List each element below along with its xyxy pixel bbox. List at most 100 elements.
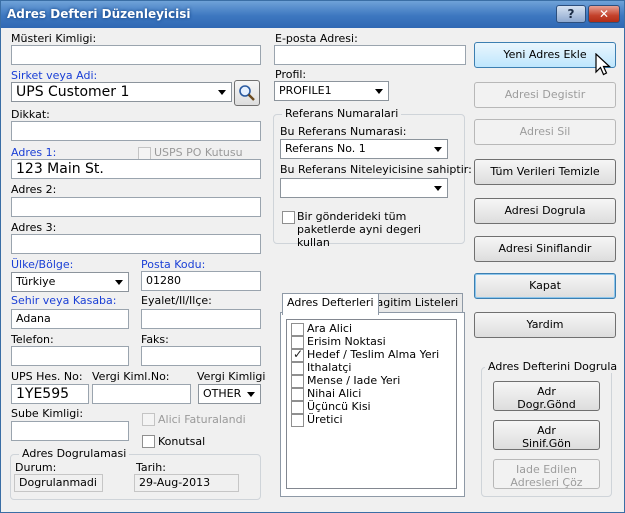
resolve-returned-line1: Iade Edilen xyxy=(515,463,577,476)
company-label: Sirket veya Adi: xyxy=(11,69,98,82)
search-button[interactable] xyxy=(234,80,260,106)
residential-checkbox[interactable] xyxy=(142,435,155,448)
reference-qualifier-label: Bu Referans Niteleyicisine sahiptir: xyxy=(280,163,472,176)
validate-shipments-line2: Dogr.Gönd xyxy=(517,398,576,411)
clear-all-data-button[interactable]: Tüm Verileri Temizle xyxy=(474,159,616,185)
country-label: Ülke/Bölge: xyxy=(11,258,74,271)
attention-field[interactable] xyxy=(11,121,261,141)
state-field[interactable] xyxy=(141,309,261,329)
status-label: Durum: xyxy=(15,461,57,474)
address3-label: Adres 3: xyxy=(11,221,57,234)
checkmark-icon: ✓ xyxy=(293,347,304,361)
customer-id-label: Müsteri Kimligi: xyxy=(11,32,97,45)
address-books-list: Ara Alici Erisim Noktasi ✓ Hedef / Teslim… xyxy=(286,319,457,489)
bill-receiver-label: Alici Faturalandi xyxy=(158,413,246,426)
date-value: 29-Aug-2013 xyxy=(134,474,239,492)
list-item-checkbox[interactable] xyxy=(291,362,304,375)
list-item-label: Hedef / Teslim Alma Yeri xyxy=(307,348,440,361)
tax-type-select[interactable]: OTHER xyxy=(198,384,261,404)
mouse-cursor-icon xyxy=(595,53,612,76)
classify-shipments-button[interactable]: Adr Sinif.Gön xyxy=(493,420,600,450)
address1-field[interactable]: 123 Main St. xyxy=(11,159,261,179)
date-label: Tarih: xyxy=(136,461,166,474)
classify-address-button[interactable]: Adresi Siniflandir xyxy=(474,236,616,262)
window-title: Adres Defteri Düzenleyicisi xyxy=(7,7,191,21)
address2-field[interactable] xyxy=(11,197,261,217)
classify-shipments-line1: Adr xyxy=(537,424,556,437)
tax-type-value: OTHER xyxy=(203,387,242,400)
reference-number-value: Referans No. 1 xyxy=(285,142,366,155)
branch-id-label: Sube Kimligi: xyxy=(11,407,84,420)
close-title-button[interactable]: ✕ xyxy=(588,5,620,23)
ups-account-field[interactable]: 1YE595 xyxy=(11,384,89,404)
usps-po-label: USPS PO Kutusu xyxy=(154,146,243,159)
company-combobox[interactable]: UPS Customer 1 xyxy=(11,82,232,102)
profile-value: PROFILE1 xyxy=(279,84,332,97)
list-item-checkbox[interactable] xyxy=(291,401,304,414)
tax-id-field[interactable] xyxy=(92,384,191,404)
magnifier-icon xyxy=(239,85,255,101)
close-button[interactable]: Kapat xyxy=(474,273,616,299)
tax-id-label: Vergi Kiml.No: xyxy=(92,370,170,383)
fax-field[interactable] xyxy=(141,346,261,366)
profile-select[interactable]: PROFILE1 xyxy=(274,81,389,101)
branch-id-field[interactable] xyxy=(11,421,129,441)
help-title-button[interactable]: ? xyxy=(556,5,586,23)
list-item-label: Ara Alici xyxy=(307,322,353,335)
title-bar: Adres Defteri Düzenleyicisi ? ✕ xyxy=(1,1,624,28)
delete-address-button[interactable]: Adresi Sil xyxy=(474,119,616,145)
apply-all-packages-label: Bir gönderideki tüm paketlerde ayni dege… xyxy=(297,210,422,249)
validate-shipments-line1: Adr xyxy=(537,385,556,398)
address-books-panel: Ara Alici Erisim Noktasi ✓ Hedef / Teslim… xyxy=(280,312,465,497)
city-field[interactable]: Adana xyxy=(11,309,129,329)
bill-receiver-checkbox[interactable] xyxy=(142,413,155,426)
address-validation-title: Adres Dogrulamasi xyxy=(19,447,130,460)
resolve-returned-addresses-button[interactable]: Iade Edilen Adresleri Çöz xyxy=(493,459,600,489)
postal-code-field[interactable]: 01280 xyxy=(141,271,261,291)
residential-label: Konutsal xyxy=(158,435,206,448)
reference-numbers-title: Referans Numaralari xyxy=(282,107,402,120)
apply-all-packages-checkbox[interactable] xyxy=(282,211,295,224)
profile-label: Profil: xyxy=(275,68,307,81)
list-item-label: Erisim Noktasi xyxy=(307,335,386,348)
address3-field[interactable] xyxy=(11,234,261,254)
validate-address-button[interactable]: Adresi Dogrula xyxy=(474,198,616,224)
classify-shipments-line2: Sinif.Gön xyxy=(522,437,571,450)
phone-label: Telefon: xyxy=(11,333,54,346)
list-item-label: Üçüncü Kisi xyxy=(307,400,371,413)
list-item-checkbox[interactable] xyxy=(291,323,304,336)
reference-number-label: Bu Referans Numarasi: xyxy=(280,125,407,138)
chevron-down-icon xyxy=(218,90,226,95)
reference-qualifier-select[interactable] xyxy=(280,178,448,198)
modify-address-button[interactable]: Adresi Degistir xyxy=(474,82,616,108)
list-item-checkbox[interactable] xyxy=(291,375,304,388)
postal-code-label: Posta Kodu: xyxy=(141,258,206,271)
resolve-returned-line2: Adresleri Çöz xyxy=(510,476,583,489)
address2-label: Adres 2: xyxy=(11,183,57,196)
customer-id-field[interactable] xyxy=(11,45,261,65)
list-item-label: Nihai Alici xyxy=(307,387,362,400)
reference-numbers-group: Referans Numaralari Bu Referans Numarasi… xyxy=(273,107,472,249)
email-field[interactable] xyxy=(274,45,466,65)
city-label: Sehir veya Kasaba: xyxy=(11,294,117,307)
reference-number-select[interactable]: Referans No. 1 xyxy=(280,139,448,159)
verify-address-book-group: Adres Defterini Dogrula Adr Dogr.Gönd Ad… xyxy=(481,360,621,497)
chevron-down-icon xyxy=(247,392,255,397)
state-label: Eyalet/Il/Ilçe: xyxy=(141,294,212,307)
phone-field[interactable] xyxy=(11,346,129,366)
tab-address-books[interactable]: Adres Defterleri xyxy=(282,293,379,315)
address1-label: Adres 1: xyxy=(11,146,57,159)
attention-label: Dikkat: xyxy=(11,108,50,121)
chevron-down-icon xyxy=(434,147,442,152)
list-item-checkbox[interactable] xyxy=(291,414,304,427)
help-button[interactable]: Yardim xyxy=(474,312,616,338)
list-item-checkbox[interactable] xyxy=(291,388,304,401)
chevron-down-icon xyxy=(434,186,442,191)
chevron-down-icon xyxy=(375,89,383,94)
country-select[interactable]: Türkiye xyxy=(11,272,129,292)
list-item-checkbox[interactable]: ✓ xyxy=(291,347,304,362)
fax-label: Faks: xyxy=(141,333,169,346)
ups-account-label: UPS Hes. No: xyxy=(11,370,83,383)
email-label: E-posta Adresi: xyxy=(275,32,358,45)
validate-shipments-button[interactable]: Adr Dogr.Gönd xyxy=(493,381,600,411)
